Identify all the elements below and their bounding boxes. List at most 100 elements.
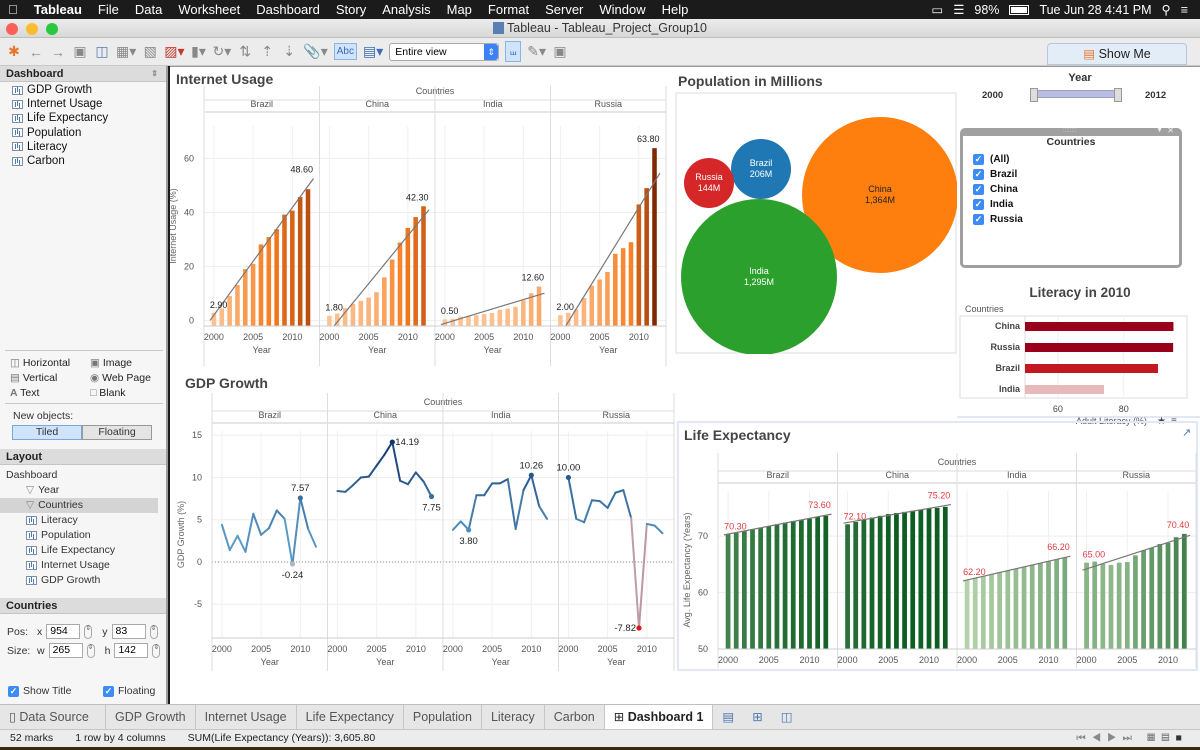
- pos-y-stepper[interactable]: ⇕: [149, 624, 158, 639]
- notification-center-icon[interactable]: ≡: [1181, 3, 1188, 17]
- width-stepper[interactable]: ⇕: [86, 643, 95, 658]
- pos-y-field[interactable]: 83: [111, 624, 146, 639]
- menu-app[interactable]: Tableau: [26, 0, 90, 19]
- close-window-button[interactable]: [6, 23, 18, 35]
- filter-option-china[interactable]: ✓ China: [963, 182, 1179, 197]
- new-worksheet-tab-icon[interactable]: ▤: [713, 705, 743, 729]
- sheet-item-literacy[interactable]: Literacy: [0, 140, 166, 154]
- wifi-icon[interactable]: ☰: [953, 2, 964, 17]
- object-image[interactable]: ▣ Image: [90, 356, 132, 371]
- sheet-sorter-icon[interactable]: ▦: [1147, 732, 1161, 744]
- new-story-tab-icon[interactable]: ◫: [772, 705, 802, 729]
- menu-window[interactable]: Window: [591, 0, 653, 19]
- sheet-item-life-expectancy[interactable]: Life Expectancy: [0, 111, 166, 125]
- height-field[interactable]: 142: [114, 643, 149, 658]
- airplay-icon[interactable]: ▭: [931, 2, 943, 17]
- menu-worksheet[interactable]: Worksheet: [170, 0, 248, 19]
- swap-icon[interactable]: ⇅: [237, 43, 253, 60]
- open-external-icon[interactable]: ↗: [1182, 426, 1191, 439]
- filter-menu-icon[interactable]: ▼: [1156, 127, 1163, 134]
- refresh-icon[interactable]: ↻▾: [213, 43, 232, 60]
- menu-server[interactable]: Server: [537, 0, 591, 19]
- floating-checkbox[interactable]: ✓ Floating: [103, 685, 155, 697]
- duplicate-sheet-icon[interactable]: ▧: [142, 43, 158, 60]
- menu-dashboard[interactable]: Dashboard: [248, 0, 328, 19]
- object-horizontal[interactable]: ◫ Horizontal: [10, 356, 90, 371]
- filter-option-russia[interactable]: ✓ Russia: [963, 212, 1179, 227]
- layout-item-internet-usage[interactable]: Internet Usage: [0, 558, 166, 573]
- new-dashboard-tab-icon[interactable]: ⊞: [743, 705, 771, 729]
- object-web-page[interactable]: ◉ Web Page: [90, 371, 151, 386]
- object-blank[interactable]: □ Blank: [90, 386, 126, 401]
- width-field[interactable]: 265: [48, 643, 83, 658]
- highlight-icon[interactable]: ✎▾: [527, 43, 546, 60]
- filter-option-india[interactable]: ✓ India: [963, 197, 1179, 212]
- internet-usage-chart[interactable]: CountriesInternet Usage (%)0204060Brazil…: [170, 86, 670, 366]
- population-bubble-chart[interactable]: China1,364M India1,295M Brazil206M Russia14…: [675, 92, 957, 354]
- life-expectancy-chart[interactable]: CountriesAvg. Life Expectancy (Years)506…: [678, 443, 1198, 668]
- menu-file[interactable]: File: [90, 0, 127, 19]
- save-icon[interactable]: ▣: [72, 43, 88, 60]
- countries-filter-card[interactable]: :::::::: ▼ ✕ Countries ✓ (All) ✓ Brazil ✓ C…: [960, 126, 1182, 268]
- minimize-window-button[interactable]: [26, 23, 38, 35]
- gdp-growth-chart[interactable]: CountriesGDP Growth (%)-5051015Brazil200…: [170, 391, 677, 671]
- layout-item-gdp-growth[interactable]: GDP Growth: [0, 573, 166, 588]
- forward-icon[interactable]: →: [50, 44, 66, 60]
- new-worksheet-icon[interactable]: ▦▾: [116, 43, 136, 60]
- sheet-item-population[interactable]: Population: [0, 126, 166, 140]
- clear-sheet-icon[interactable]: ▨▾: [164, 43, 184, 60]
- menu-analysis[interactable]: Analysis: [374, 0, 438, 19]
- tab-life-expectancy[interactable]: Life Expectancy: [297, 705, 404, 729]
- pause-updates-icon[interactable]: ▮▾: [191, 43, 207, 60]
- show-title-checkbox[interactable]: ✓ Show Title: [8, 685, 71, 697]
- zoom-window-button[interactable]: [46, 23, 58, 35]
- tiled-button[interactable]: Tiled: [12, 425, 82, 440]
- layout-item-life-expectancy[interactable]: Life Expectancy: [0, 543, 166, 558]
- pane-menu-icon[interactable]: ⇕: [151, 66, 158, 82]
- pos-x-stepper[interactable]: ⇕: [84, 624, 93, 639]
- group-clip-icon[interactable]: 📎▾: [303, 43, 327, 60]
- sheet-item-internet-usage[interactable]: Internet Usage: [0, 97, 166, 111]
- floating-button[interactable]: Floating: [82, 425, 152, 440]
- layout-root[interactable]: Dashboard: [0, 468, 166, 483]
- tab-population[interactable]: Population: [404, 705, 482, 729]
- tab-literacy[interactable]: Literacy: [482, 705, 545, 729]
- show-mark-labels-button[interactable]: Abc: [333, 43, 357, 60]
- tab-gdp-growth[interactable]: GDP Growth: [106, 705, 196, 729]
- tab-dashboard-1[interactable]: ⊞ Dashboard 1: [604, 705, 714, 729]
- view-cards-icon[interactable]: ▤▾: [363, 43, 383, 60]
- prev-page-icon[interactable]: ◀: [1092, 732, 1107, 744]
- menu-map[interactable]: Map: [439, 0, 480, 19]
- height-stepper[interactable]: ⇕: [152, 643, 161, 658]
- sort-ascending-icon[interactable]: ⇡: [259, 43, 275, 60]
- grip-icon[interactable]: ::::::::: [1063, 128, 1076, 134]
- menu-data[interactable]: Data: [127, 0, 170, 19]
- layout-item-countries[interactable]: ▽ Countries: [0, 498, 158, 513]
- pos-x-field[interactable]: 954: [46, 624, 81, 639]
- menu-story[interactable]: Story: [328, 0, 374, 19]
- new-data-source-icon[interactable]: ◫: [94, 43, 110, 60]
- tab-data-source[interactable]: ▯ Data Source: [0, 705, 106, 729]
- sheet-item-carbon[interactable]: Carbon: [0, 154, 166, 168]
- layout-item-literacy[interactable]: Literacy: [0, 513, 166, 528]
- filter-option-all[interactable]: ✓ (All): [963, 152, 1179, 167]
- last-page-icon[interactable]: ⏭: [1122, 732, 1137, 744]
- object-vertical[interactable]: ▤ Vertical: [10, 371, 90, 386]
- object-text[interactable]: A Text: [10, 386, 90, 401]
- menu-help[interactable]: Help: [654, 0, 697, 19]
- fix-axes-icon[interactable]: ⧢: [505, 41, 522, 62]
- filter-close-icon[interactable]: ✕: [1167, 126, 1174, 135]
- layout-item-population[interactable]: Population: [0, 528, 166, 543]
- tab-carbon[interactable]: Carbon: [545, 705, 605, 729]
- year-range-slider[interactable]: [1030, 88, 1122, 102]
- filter-option-brazil[interactable]: ✓ Brazil: [963, 167, 1179, 182]
- sheet-item-gdp-growth[interactable]: GDP Growth: [0, 83, 166, 97]
- apple-icon[interactable]: : [0, 0, 26, 19]
- slider-handle-max[interactable]: [1114, 88, 1122, 102]
- first-page-icon[interactable]: ⏮: [1076, 732, 1091, 744]
- battery-icon[interactable]: [1009, 4, 1030, 15]
- next-page-icon[interactable]: ▶: [1107, 732, 1122, 744]
- filmstrip-icon[interactable]: ▤: [1161, 732, 1175, 744]
- clock[interactable]: Tue Jun 28 4:41 PM: [1039, 3, 1151, 17]
- presentation-mode-icon[interactable]: ▣: [552, 43, 568, 60]
